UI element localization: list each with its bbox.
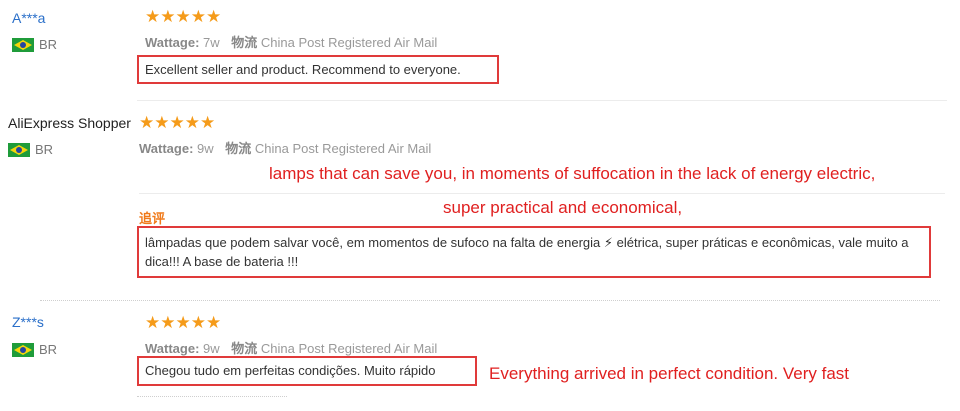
- reviewer-country: BR: [8, 142, 53, 157]
- review-meta: Wattage: 9w 物流 China Post Registered Air…: [139, 138, 431, 157]
- shipping-value: China Post Registered Air Mail: [260, 35, 438, 50]
- wattage-label: Wattage:: [145, 341, 200, 356]
- review-text: Excellent seller and product. Recommend …: [145, 62, 461, 77]
- review-text-box: Excellent seller and product. Recommend …: [137, 55, 499, 84]
- country-code: BR: [35, 142, 54, 157]
- star-rating: ★★★★★: [145, 313, 222, 332]
- review-meta: Wattage: 7w 物流 China Post Registered Air…: [145, 32, 437, 51]
- followup-divider: [139, 193, 945, 194]
- brazil-flag-icon: [12, 342, 34, 357]
- shipping-value: China Post Registered Air Mail: [260, 341, 438, 356]
- country-code: BR: [39, 37, 58, 52]
- review-text: Chegou tudo em perfeitas condições. Muit…: [145, 363, 436, 378]
- reviewer-country: BR: [12, 342, 57, 357]
- review-divider: [137, 396, 287, 397]
- translation-annotation-line1: lamps that can save you, in moments of s…: [269, 164, 876, 183]
- reviewer-country: BR: [12, 37, 57, 52]
- wattage-value: 9w: [203, 341, 220, 356]
- review-text-box: lâmpadas que podem salvar você, em momen…: [137, 226, 931, 278]
- star-rating: ★★★★★: [145, 7, 222, 26]
- country-code: BR: [39, 342, 58, 357]
- translation-annotation-line2: super practical and economical,: [443, 198, 683, 217]
- review-meta: Wattage: 9w 物流 China Post Registered Air…: [145, 338, 437, 357]
- shipping-label: 物流: [225, 141, 252, 156]
- review-divider: [137, 100, 947, 101]
- wattage-label: Wattage:: [139, 141, 194, 156]
- wattage-label: Wattage:: [145, 35, 200, 50]
- reviewer-name[interactable]: AliExpress Shopper: [8, 115, 131, 131]
- shipping-label: 物流: [231, 341, 258, 356]
- review-text: lâmpadas que podem salvar você, em momen…: [145, 235, 909, 269]
- review-text-box: Chegou tudo em perfeitas condições. Muit…: [137, 356, 477, 386]
- shipping-value: China Post Registered Air Mail: [254, 141, 432, 156]
- followup-label: 追评: [139, 211, 166, 226]
- shipping-label: 物流: [231, 35, 258, 50]
- star-rating: ★★★★★: [139, 113, 216, 132]
- translation-annotation: Everything arrived in perfect condition.…: [489, 364, 850, 383]
- wattage-value: 9w: [197, 141, 214, 156]
- brazil-flag-icon: [12, 37, 34, 52]
- reviewer-name[interactable]: Z***s: [12, 314, 44, 330]
- brazil-flag-icon: [8, 142, 30, 157]
- reviewer-name[interactable]: A***a: [12, 10, 45, 26]
- wattage-value: 7w: [203, 35, 220, 50]
- review-divider: [40, 300, 940, 301]
